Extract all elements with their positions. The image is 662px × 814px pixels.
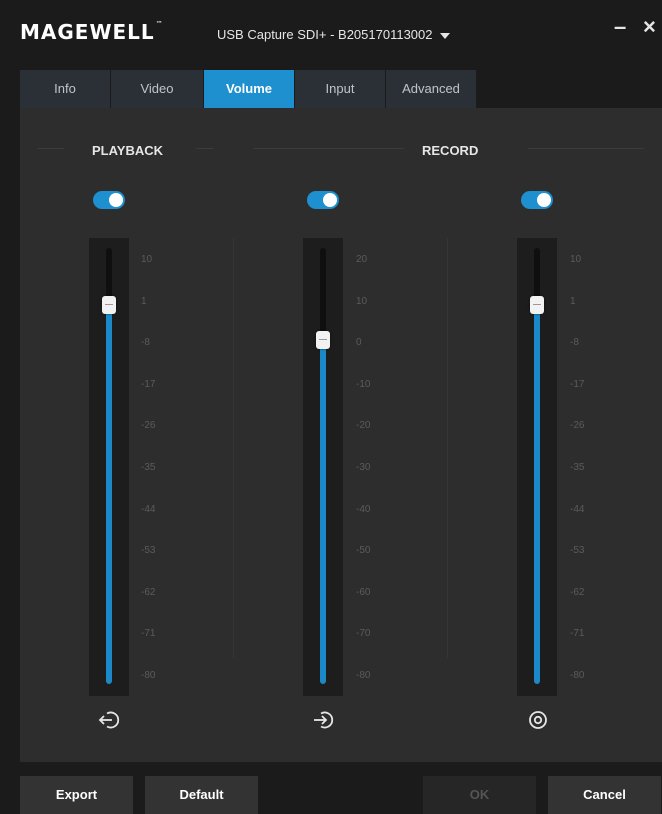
default-button[interactable]: Default [145,776,258,814]
device-name: USB Capture SDI+ - B205170113002 [217,27,433,42]
slider-thumb[interactable] [316,330,330,349]
record-scale: 20 10 0 -10 -20 -30 -40 -50 -60 -70 -80 [356,238,396,696]
scale-tick-label: 0 [356,337,362,349]
playback-volume-slider[interactable] [89,238,129,696]
record-label: RECORD [422,143,479,158]
scale-tick-label: -44 [570,503,585,515]
volume-panel: PLAYBACK RECORD 10 1 -8 -17 -26 -35 -44 … [20,108,662,762]
dropdown-caret-icon [440,32,451,39]
close-button[interactable]: × [643,16,656,38]
slider-thumb[interactable] [530,295,544,314]
cancel-button[interactable]: Cancel [548,776,661,814]
slider-fill [106,304,112,684]
scale-tick-label: -80 [356,670,371,681]
monitor-icon[interactable] [526,708,550,732]
scale-tick-label: 1 [141,295,147,307]
minimize-button[interactable]: – [614,16,626,38]
scale-tick-label: -26 [141,420,156,432]
scale-tick-label: -10 [356,378,371,390]
slider-track [316,248,330,684]
scale-tick-label: -26 [570,420,585,432]
divider [528,148,644,149]
scale-tick-label: -53 [141,545,156,557]
record-enable-toggle[interactable] [307,191,339,209]
scale-tick-label: -53 [570,545,585,557]
scale-tick-label: -71 [141,628,156,640]
channel-separator [233,238,234,658]
scale-tick-label: 10 [356,295,368,307]
tab-volume[interactable]: Volume [204,70,294,108]
title-bar: MAGEWELL™ USB Capture SDI+ - B2051701130… [0,0,662,62]
scale-tick-label: -80 [141,670,156,681]
scale-tick-label: -40 [356,503,371,515]
tab-input[interactable]: Input [295,70,385,108]
scale-tick-label: -50 [356,545,371,557]
tab-advanced[interactable]: Advanced [386,70,476,108]
scale-tick-label: -44 [141,503,156,515]
divider [38,148,64,149]
scale-tick-label: 20 [356,254,368,265]
playback-enable-toggle[interactable] [93,191,125,209]
scale-tick-label: -60 [356,586,371,598]
slider-fill [320,339,326,684]
slider-track [530,248,544,684]
scale-tick-label: -17 [141,378,156,390]
slider-track [102,248,116,684]
settings-window: MAGEWELL™ USB Capture SDI+ - B2051701130… [0,0,662,814]
tab-video[interactable]: Video [111,70,203,108]
input-icon[interactable] [312,708,336,732]
scale-tick-label: -20 [356,420,371,432]
monitor-scale: 10 1 -8 -17 -26 -35 -44 -53 -62 -71 -80 [570,238,610,696]
divider [254,148,404,149]
footer-bar: Export Default OK Cancel [0,762,662,814]
scale-tick-label: -8 [141,337,150,349]
device-selector[interactable]: USB Capture SDI+ - B205170113002 [217,27,451,42]
scale-tick-label: -35 [570,462,585,473]
scale-tick-label: -8 [570,337,579,349]
slider-fill [534,304,540,684]
divider [196,148,214,149]
playback-label: PLAYBACK [92,143,164,158]
scale-tick-label: -30 [356,462,371,473]
scale-tick-label: 1 [570,295,576,307]
monitor-volume-slider[interactable] [517,238,557,696]
scale-tick-label: -17 [570,378,585,390]
record-volume-slider[interactable] [303,238,343,696]
scale-tick-label: -62 [141,586,156,598]
monitor-enable-toggle[interactable] [521,191,553,209]
scale-tick-label: -70 [356,628,371,640]
playback-scale: 10 1 -8 -17 -26 -35 -44 -53 -62 -71 -80 [141,238,181,696]
channel-separator [447,238,448,658]
ok-button[interactable]: OK [423,776,536,814]
scale-tick-label: 10 [570,254,582,265]
slider-thumb[interactable] [102,295,116,314]
scale-tick-label: -80 [570,670,585,681]
scale-tick-label: 10 [141,254,153,265]
output-icon[interactable] [98,708,122,732]
scale-tick-label: -71 [570,628,585,640]
export-button[interactable]: Export [20,776,133,814]
scale-tick-label: -35 [141,462,156,473]
magewell-logo: MAGEWELL™ [20,20,164,44]
scale-tick-label: -62 [570,586,585,598]
tab-info[interactable]: Info [20,70,110,108]
